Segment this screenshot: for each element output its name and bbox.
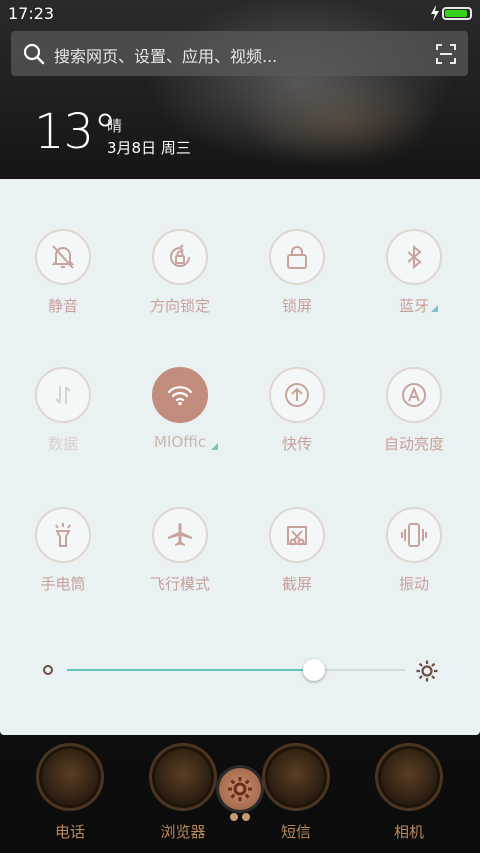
dock-app-label: 短信 bbox=[280, 823, 311, 841]
scan-icon[interactable] bbox=[436, 44, 456, 64]
dock-app-label: 相机 bbox=[393, 823, 424, 841]
rotation-lock-icon bbox=[152, 229, 208, 285]
tile-label: 飞行模式 bbox=[149, 575, 210, 593]
lock-icon bbox=[269, 229, 325, 285]
mobile-data-icon bbox=[35, 367, 91, 423]
tile-rotation-lock[interactable]: 方向锁定 bbox=[122, 229, 240, 339]
upload-share-icon bbox=[269, 367, 325, 423]
tile-screenshot[interactable]: 截屏 bbox=[239, 507, 357, 617]
dock-app-camera[interactable]: 相机 bbox=[359, 743, 459, 848]
messages-app-icon bbox=[262, 743, 330, 811]
expand-indicator bbox=[431, 305, 438, 312]
tile-quick-share[interactable]: 快传 bbox=[239, 367, 357, 477]
status-time: 17:23 bbox=[8, 4, 55, 23]
tile-label: 快传 bbox=[281, 435, 312, 453]
dock-app-phone[interactable]: 电话 bbox=[20, 743, 120, 848]
tile-label: 振动 bbox=[398, 575, 429, 593]
dock-app-label: 浏览器 bbox=[160, 823, 206, 841]
tile-label: 截屏 bbox=[281, 575, 312, 593]
quick-settings-panel: 静音 方向锁定 锁屏 蓝牙 数据 MIOffic 快传 自动亮度 手电筒 飞行模… bbox=[0, 179, 480, 735]
page-indicator-dot bbox=[230, 813, 238, 821]
phone-app-icon bbox=[36, 743, 104, 811]
brightness-slider-track[interactable] bbox=[67, 669, 405, 671]
flashlight-icon bbox=[35, 507, 91, 563]
tile-label: 静音 bbox=[47, 297, 78, 315]
brightness-high-icon bbox=[416, 660, 438, 682]
tile-label: 手电筒 bbox=[40, 575, 86, 593]
search-icon bbox=[23, 43, 45, 65]
tile-label: 方向锁定 bbox=[149, 297, 210, 315]
tile-wifi[interactable]: MIOffic bbox=[122, 367, 240, 477]
brightness-slider-thumb[interactable] bbox=[302, 659, 325, 681]
bluetooth-icon bbox=[386, 229, 442, 285]
tile-label: 锁屏 bbox=[281, 297, 312, 315]
vibrate-icon bbox=[386, 507, 442, 563]
settings-button[interactable] bbox=[219, 768, 261, 810]
search-placeholder: 搜索网页、设置、应用、视频... bbox=[54, 47, 278, 66]
tile-label: 蓝牙 bbox=[398, 297, 429, 315]
tile-mobile-data[interactable]: 数据 bbox=[5, 367, 123, 477]
battery-icon bbox=[442, 7, 472, 20]
weather-date: 3月8日 周三 bbox=[107, 139, 191, 157]
weather-temperature: 13° bbox=[34, 104, 117, 160]
dock-app-label: 电话 bbox=[54, 823, 85, 841]
dock: 电话 浏览器 短信 相机 bbox=[0, 735, 480, 853]
tile-flashlight[interactable]: 手电筒 bbox=[5, 507, 123, 617]
auto-brightness-icon bbox=[386, 367, 442, 423]
tile-label: 自动亮度 bbox=[383, 435, 444, 453]
status-bar: 17:23 bbox=[0, 0, 480, 28]
tile-bluetooth[interactable]: 蓝牙 bbox=[356, 229, 474, 339]
dock-app-messages[interactable]: 短信 bbox=[246, 743, 346, 848]
browser-app-icon bbox=[149, 743, 217, 811]
gear-icon bbox=[228, 777, 252, 801]
charging-icon bbox=[431, 5, 439, 21]
tile-lock-screen[interactable]: 锁屏 bbox=[239, 229, 357, 339]
camera-app-icon bbox=[375, 743, 443, 811]
tile-vibrate[interactable]: 振动 bbox=[356, 507, 474, 617]
tile-airplane-mode[interactable]: 飞行模式 bbox=[122, 507, 240, 617]
tile-label: MIOffic bbox=[154, 433, 206, 451]
search-bar[interactable]: 搜索网页、设置、应用、视频... bbox=[11, 31, 468, 76]
brightness-slider-fill bbox=[67, 669, 314, 671]
tile-silent[interactable]: 静音 bbox=[5, 229, 123, 339]
wifi-icon bbox=[152, 367, 208, 423]
bell-off-icon bbox=[35, 229, 91, 285]
weather-condition: 晴 bbox=[107, 117, 123, 135]
airplane-icon bbox=[152, 507, 208, 563]
page-indicator-dot bbox=[242, 813, 250, 821]
expand-indicator bbox=[211, 443, 218, 450]
screenshot-scissors-icon bbox=[269, 507, 325, 563]
battery-fill bbox=[445, 10, 467, 17]
dock-app-browser[interactable]: 浏览器 bbox=[133, 743, 233, 848]
brightness-low-icon bbox=[43, 665, 53, 675]
tile-label: 数据 bbox=[47, 435, 78, 453]
tile-auto-brightness[interactable]: 自动亮度 bbox=[356, 367, 474, 477]
